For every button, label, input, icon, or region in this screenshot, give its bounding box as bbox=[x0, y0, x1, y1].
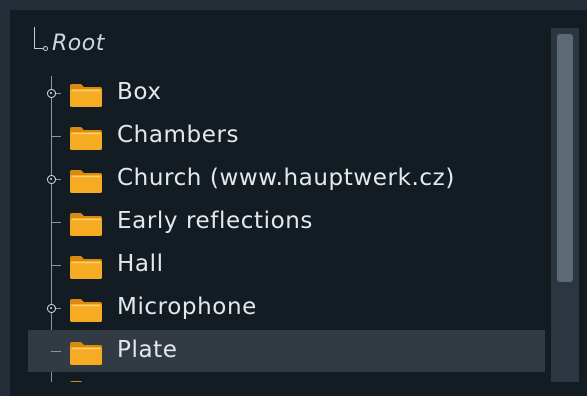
tree-root-connector-icon bbox=[34, 27, 48, 51]
tree-branch-line bbox=[51, 136, 61, 137]
tree-item[interactable]: Chambers bbox=[10, 115, 545, 157]
tree-item[interactable]: Microphone bbox=[10, 287, 545, 329]
tree-item[interactable]: Early reflections bbox=[10, 201, 545, 243]
expand-node-icon[interactable] bbox=[47, 175, 56, 184]
tree-item-label: Hall bbox=[117, 251, 164, 277]
tree-item-label: Box bbox=[117, 79, 162, 105]
expand-node-icon[interactable] bbox=[47, 89, 56, 98]
tree-item[interactable]: Hall bbox=[10, 244, 545, 286]
tree-branch-line bbox=[51, 265, 61, 266]
tree-item[interactable]: Box bbox=[10, 72, 545, 114]
folder-icon bbox=[70, 213, 102, 236]
vertical-scrollbar[interactable] bbox=[551, 28, 579, 382]
tree-branch-line bbox=[51, 351, 61, 352]
tree-root-label: Root bbox=[52, 31, 105, 56]
preset-browser-panel: Root Box Chambers Church (www.hauptwerk.cz… bbox=[10, 10, 587, 396]
tree-root[interactable]: Root bbox=[10, 27, 545, 71]
folder-icon bbox=[70, 381, 82, 382]
folder-icon bbox=[70, 84, 102, 107]
tree-item[interactable]: Plate bbox=[28, 330, 545, 372]
tree-item-label: Microphone bbox=[117, 294, 257, 320]
folder-tree: Root Box Chambers Church (www.hauptwerk.cz… bbox=[10, 10, 545, 382]
tree-item-label: Church (www.hauptwerk.cz) bbox=[117, 165, 455, 191]
tree-item-label: Chambers bbox=[117, 122, 240, 148]
tree-item-label: Early reflections bbox=[117, 208, 314, 234]
expand-node-icon[interactable] bbox=[47, 304, 56, 313]
folder-icon bbox=[70, 342, 102, 365]
folder-icon bbox=[70, 256, 102, 279]
tree-branch-line bbox=[51, 222, 61, 223]
tree-item-label: Plate bbox=[117, 337, 178, 363]
scrollbar-thumb[interactable] bbox=[557, 34, 573, 282]
folder-icon bbox=[70, 170, 102, 193]
folder-icon bbox=[70, 127, 102, 150]
tree-item[interactable]: Church (www.hauptwerk.cz) bbox=[10, 158, 545, 200]
folder-icon bbox=[70, 299, 102, 322]
